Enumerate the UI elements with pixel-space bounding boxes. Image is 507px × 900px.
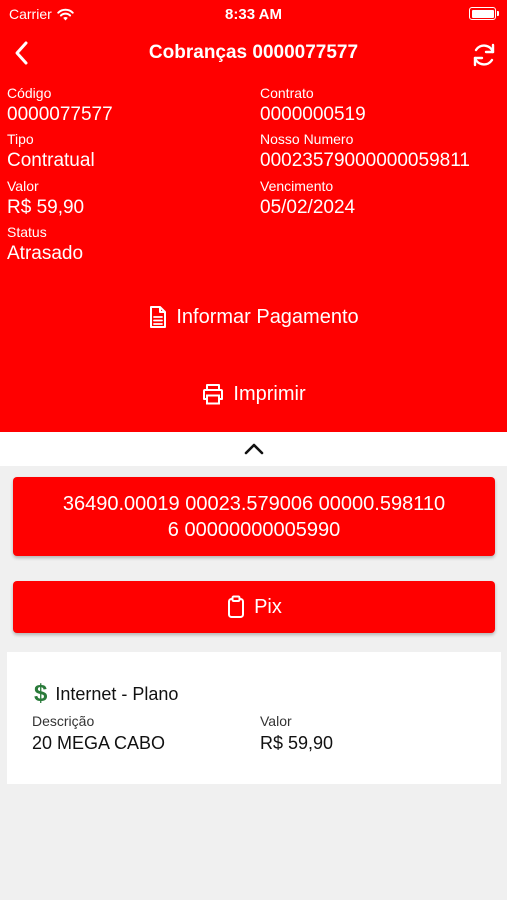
printer-icon: [203, 384, 224, 405]
item-title: Internet - Plano: [55, 683, 179, 704]
pix-label: Pix: [254, 595, 282, 618]
status-bar: Carrier 8:33 AM: [0, 0, 507, 28]
field-contrato: Contrato 0000000519: [260, 85, 366, 127]
informar-pagamento-button[interactable]: Informar Pagamento: [0, 302, 507, 332]
tipo-label: Tipo: [7, 131, 34, 147]
barcode-line-1: 36490.00019 00023.579006 00000.598110: [62, 493, 446, 515]
item-descricao: Descrição 20 MEGA CABO: [32, 713, 165, 754]
imprimir-label: Imprimir: [233, 382, 306, 405]
barcode-button[interactable]: 36490.00019 00023.579006 00000.598110 6 …: [13, 477, 495, 556]
item-card: $ Internet - Plano Descrição 20 MEGA CAB…: [7, 652, 501, 784]
collapse-toggle[interactable]: [0, 432, 507, 466]
status-label: Status: [7, 224, 47, 240]
refresh-icon[interactable]: [469, 40, 499, 70]
descricao-value: 20 MEGA CABO: [32, 733, 166, 753]
valor-label: Valor: [7, 178, 39, 194]
item-valor: Valor R$ 59,90: [260, 713, 333, 754]
header-panel: Carrier 8:33 AM Cobranças 0000077577 Cód…: [0, 0, 507, 432]
nosso-numero-value: 00023579000000059811: [260, 150, 470, 171]
field-codigo: Código 0000077577: [7, 85, 113, 127]
codigo-value: 0000077577: [7, 104, 113, 125]
contrato-label: Contrato: [260, 85, 314, 101]
page-title: Cobranças 0000077577: [148, 42, 359, 63]
clipboard-icon: [228, 595, 245, 618]
descricao-label: Descrição: [32, 713, 95, 729]
field-valor: Valor R$ 59,90: [7, 178, 84, 220]
vencimento-value: 05/02/2024: [260, 197, 356, 218]
field-tipo: Tipo Contratual: [7, 131, 95, 173]
barcode-line-2: 6 00000000005990: [167, 519, 341, 541]
nosso-numero-label: Nosso Numero: [260, 131, 354, 147]
informar-pagamento-label: Informar Pagamento: [176, 305, 359, 328]
battery-icon: [469, 7, 499, 20]
codigo-label: Código: [7, 85, 52, 101]
dollar-icon: $: [34, 680, 48, 707]
clock: 8:33 AM: [225, 6, 282, 23]
contrato-value: 0000000519: [260, 104, 366, 125]
status-value: Atrasado: [7, 243, 84, 264]
valor-value: R$ 59,90: [7, 197, 85, 218]
document-icon: [150, 306, 167, 328]
item-valor-value: R$ 59,90: [260, 733, 334, 753]
item-header: $ Internet - Plano: [34, 682, 178, 706]
tipo-value: Contratual: [7, 150, 95, 171]
field-status: Status Atrasado: [7, 224, 83, 266]
pix-button[interactable]: Pix: [13, 581, 495, 633]
field-vencimento: Vencimento 05/02/2024: [260, 178, 355, 220]
item-valor-label: Valor: [260, 713, 292, 729]
chevron-up-icon: [244, 443, 263, 455]
field-nosso-numero: Nosso Numero 00023579000000059811: [260, 131, 470, 173]
imprimir-button[interactable]: Imprimir: [0, 379, 507, 409]
nav-bar: Cobranças 0000077577: [0, 32, 507, 76]
vencimento-label: Vencimento: [260, 178, 334, 194]
